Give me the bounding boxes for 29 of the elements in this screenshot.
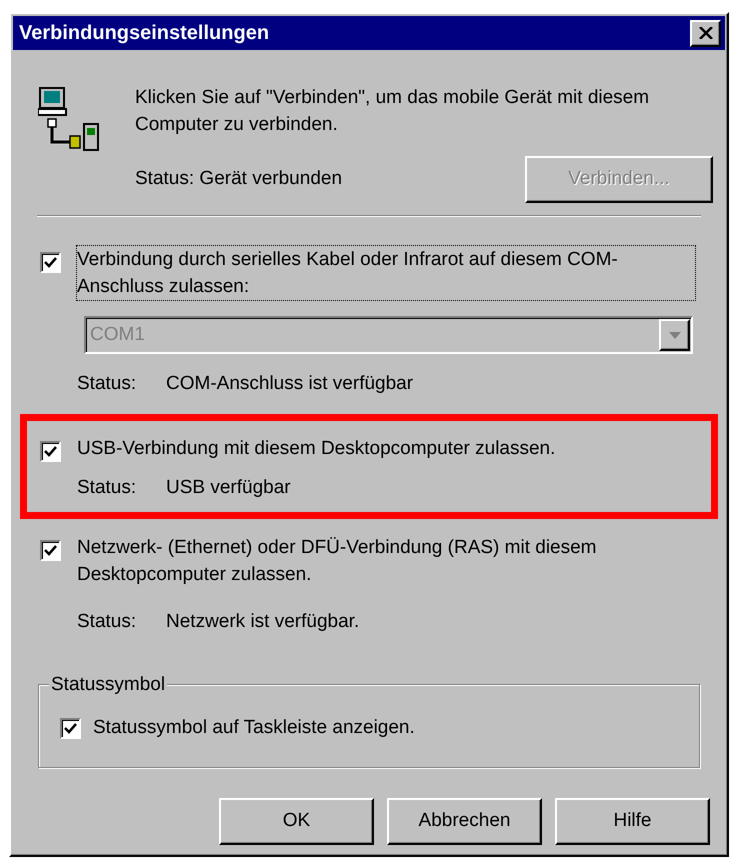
close-icon	[698, 27, 712, 39]
dropdown-value: COM1	[89, 322, 146, 347]
checkbox[interactable]	[40, 252, 61, 273]
checkmark-icon	[44, 545, 57, 556]
down-arrow-icon	[668, 332, 680, 338]
dialog-button[interactable]: Hilfe	[555, 798, 710, 844]
option-label[interactable]: Verbindung durch serielles Kabel oder Infrarot auf diesem COM-Anschluss zulassen:	[77, 246, 695, 300]
status-label: Status:	[77, 610, 138, 634]
computer-device-icon	[38, 86, 100, 152]
status-text: COM-Anschluss ist verfügbar	[166, 372, 414, 396]
close-button[interactable]	[690, 20, 721, 46]
checkmark-icon	[44, 257, 57, 268]
option-label[interactable]: Netzwerk- (Ethernet) oder DFÜ-Verbindung (RAS) mit diesem Desktopcomputer zulassen.	[77, 534, 695, 588]
checkbox[interactable]	[40, 440, 61, 462]
window-title: Verbindungseinstellungen	[19, 21, 270, 46]
status-label: Status:	[77, 372, 138, 396]
status-label: Status:	[77, 476, 138, 500]
dialog-button[interactable]: OK	[219, 798, 374, 844]
checkbox[interactable]	[40, 540, 61, 561]
checkmark-icon	[64, 723, 77, 734]
checkmark-icon	[44, 446, 57, 456]
status-text: USB verfügbar	[166, 476, 291, 500]
status-text: Netzwerk ist verfügbar.	[166, 610, 360, 634]
device-status: Status: Gerät verbunden	[135, 167, 342, 192]
checkbox[interactable]	[60, 718, 81, 739]
option-label[interactable]: USB-Verbindung mit diesem Desktopcomputer zulassen.	[77, 434, 560, 462]
intro-text: Klicken Sie auf "Verbinden", um das mobile Gerät mit diesem Computer zu verbinden.	[135, 86, 650, 137]
dialog-button[interactable]: Abbrechen	[387, 798, 542, 844]
option-label[interactable]: Statussymbol auf Taskleiste anzeigen.	[93, 714, 415, 743]
